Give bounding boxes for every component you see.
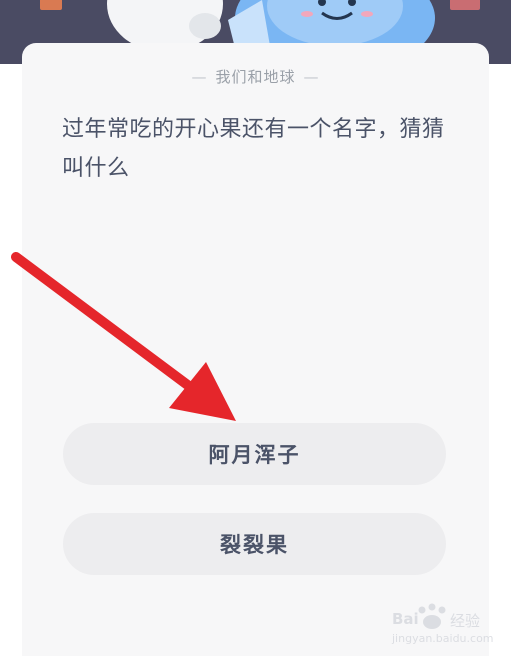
question-text: 过年常吃的开心果还有一个名字，猜猜叫什么 [62, 117, 445, 181]
category-dash-right: — [303, 68, 320, 86]
watermark-brand-suffix: 经验 [450, 612, 481, 630]
baidu-watermark: Bai 经验 jingyan.baidu.com [392, 602, 507, 650]
watermark-url: jingyan.baidu.com [392, 632, 494, 645]
shelf-decoration [450, 0, 480, 10]
shelf-decoration [40, 0, 62, 10]
question-category: — 我们和地球 — [22, 66, 489, 87]
watermark-brand: Bai [392, 610, 419, 628]
answer-option-2[interactable]: 裂裂果 [63, 513, 446, 575]
category-label: 我们和地球 [215, 68, 296, 86]
category-dash-left: — [191, 68, 208, 86]
answer-option-1[interactable]: 阿月浑子 [63, 423, 446, 485]
